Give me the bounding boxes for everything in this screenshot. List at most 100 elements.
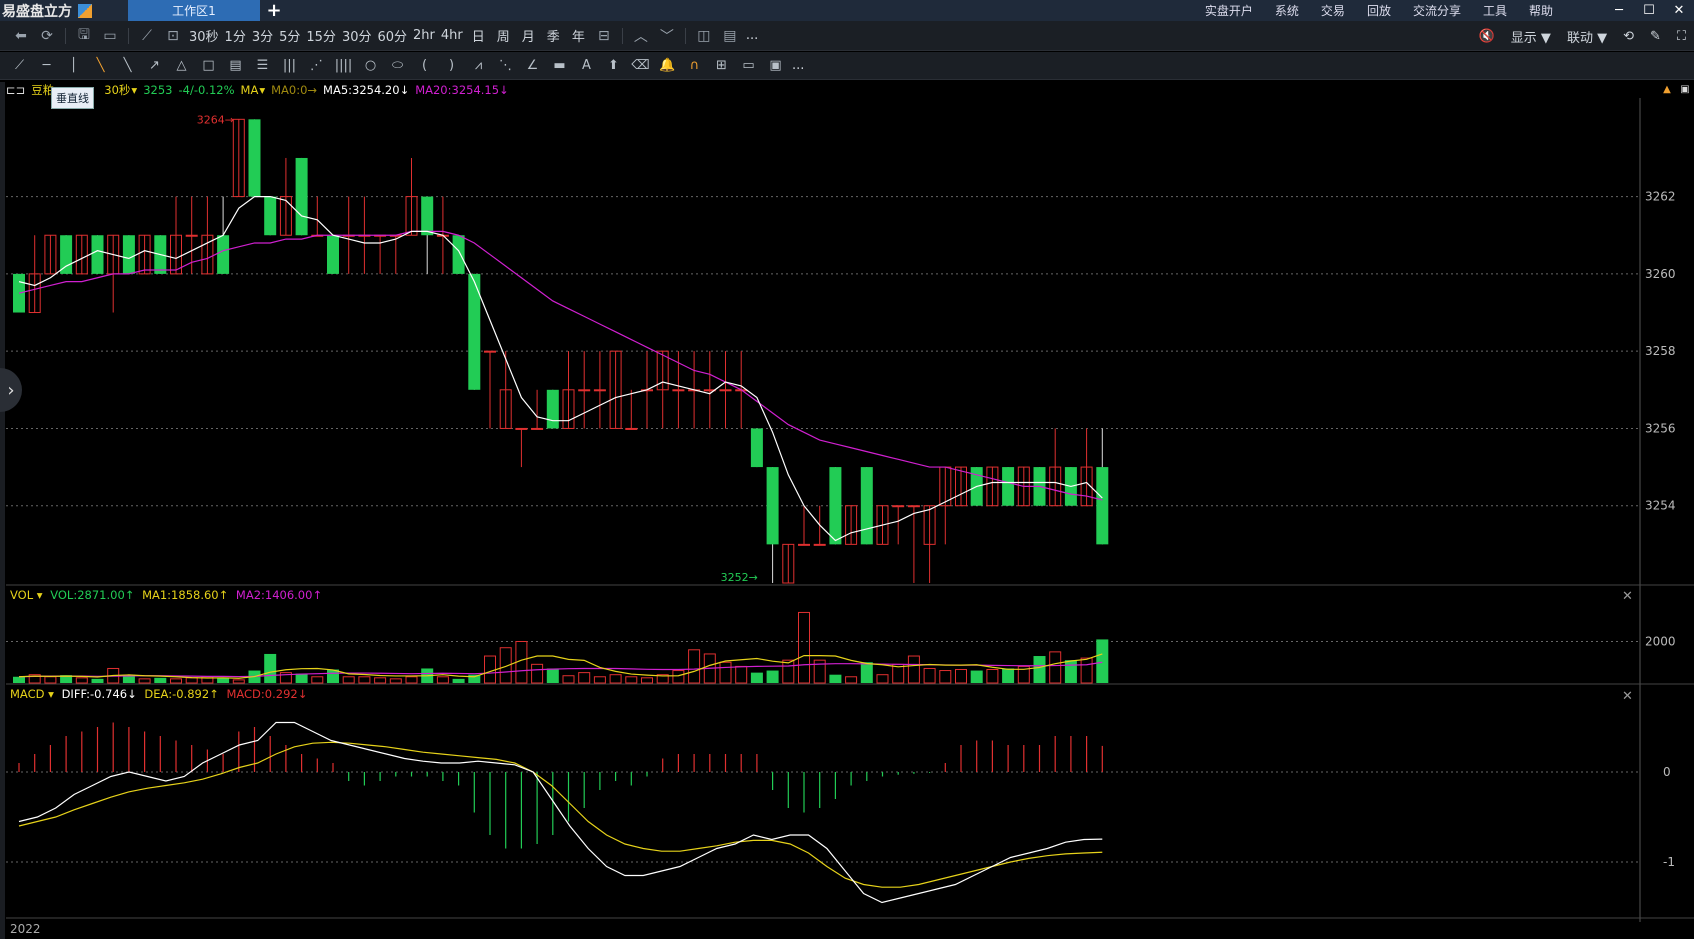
vol-select[interactable]: VOL bbox=[10, 588, 33, 602]
candle-body-up bbox=[892, 505, 905, 508]
vol-bar-up bbox=[625, 676, 638, 684]
vol-bar-down bbox=[750, 672, 763, 683]
candle-body-up bbox=[185, 234, 198, 237]
vol-tick-label: 2000 bbox=[1645, 635, 1676, 649]
macd-dea-line bbox=[18, 741, 1103, 888]
candle-body-up bbox=[625, 427, 638, 430]
candle-body-down bbox=[829, 467, 842, 545]
vol-bar-down bbox=[217, 677, 230, 683]
price-tick-label: 3254 bbox=[1645, 499, 1676, 513]
candle-body-up bbox=[907, 505, 920, 508]
candle-body-down bbox=[91, 235, 104, 274]
vol-value: VOL:2871.00↑ bbox=[50, 588, 135, 602]
candle-body-down bbox=[546, 389, 559, 429]
candle-body-down bbox=[327, 235, 339, 274]
vol-bar-up bbox=[232, 679, 245, 684]
grid-layer bbox=[6, 98, 1694, 922]
vol-indicator-bar: VOL ▾ VOL:2871.00↑ MA1:1858.60↑ MA2:1406… bbox=[10, 588, 322, 602]
vol-bar-down bbox=[91, 678, 104, 683]
macd-dea-value: DEA:-0.892↑ bbox=[144, 687, 219, 701]
macd-value: MACD:0.292↓ bbox=[226, 687, 308, 701]
vol-bar-up bbox=[531, 663, 544, 684]
vol-bar-up bbox=[374, 677, 387, 684]
candle-body-down bbox=[248, 119, 261, 197]
vol-bar-up bbox=[782, 659, 795, 684]
candle-body-up bbox=[578, 389, 591, 392]
macd-tick-label: -1 bbox=[1663, 855, 1675, 869]
macd-layer bbox=[18, 721, 1103, 904]
vol-bar-up bbox=[798, 611, 810, 684]
vol-bar-up bbox=[562, 675, 575, 684]
candle-body-down bbox=[217, 235, 230, 274]
macd-pane-close-icon[interactable]: ✕ bbox=[1622, 689, 1633, 704]
candle-body-down bbox=[452, 235, 465, 274]
vol-bar-up bbox=[907, 655, 920, 684]
vol-caret-icon[interactable]: ▾ bbox=[37, 588, 43, 602]
vol-bar-up bbox=[1049, 651, 1062, 684]
candle-body-down bbox=[421, 196, 434, 236]
vol-bar-down bbox=[970, 670, 983, 683]
candle-body-down bbox=[766, 467, 779, 545]
vol-bar-down bbox=[766, 670, 779, 683]
vol-bar-up bbox=[876, 674, 889, 684]
vol-bar-up bbox=[75, 677, 88, 684]
candle-body-up bbox=[672, 389, 685, 392]
vol-bar-up bbox=[735, 665, 748, 684]
vol-bar-down bbox=[829, 674, 842, 683]
price-tick-label: 3260 bbox=[1645, 267, 1676, 281]
vol-bar-up bbox=[641, 677, 653, 684]
vol-bar-up bbox=[342, 676, 355, 684]
vol-bar-up bbox=[484, 655, 496, 684]
candles-layer: 3264→ 3252→ bbox=[13, 113, 1109, 584]
candle-body-down bbox=[750, 428, 763, 468]
vol-bar-up bbox=[405, 676, 418, 684]
macd-indicator-bar: MACD ▾ DIFF:-0.746↓ DEA:-0.892↑ MACD:0.2… bbox=[10, 687, 307, 701]
vol-bar-up bbox=[719, 661, 732, 684]
macd-diff-value: DIFF:-0.746↓ bbox=[61, 687, 137, 701]
candle-body-up bbox=[593, 389, 606, 392]
price-axis-layer: 3254 3256 3258 3260 3262 2000 0 -1 bbox=[1645, 190, 1676, 869]
vol-bar-up bbox=[923, 667, 936, 684]
vol-bar-up bbox=[986, 669, 999, 684]
candle-body-down bbox=[60, 235, 73, 274]
vol-pane-close-icon[interactable]: ✕ bbox=[1622, 589, 1633, 604]
vol-bar-up bbox=[593, 676, 606, 684]
price-tick-label: 3262 bbox=[1645, 190, 1676, 204]
vol-bar-down bbox=[546, 668, 559, 683]
vol-bar-up bbox=[939, 670, 952, 684]
vol-bar-up bbox=[436, 676, 449, 684]
low-price-marker: 3252→ bbox=[721, 571, 758, 584]
candle-body-up bbox=[531, 427, 544, 430]
vol-bar-up bbox=[138, 678, 151, 684]
vol-bar-up bbox=[44, 676, 57, 684]
vol-bar-up bbox=[845, 676, 858, 684]
vol-bar-down bbox=[13, 676, 25, 683]
macd-caret-icon[interactable]: ▾ bbox=[48, 687, 54, 701]
vol-bar-down bbox=[452, 678, 465, 683]
price-tick-label: 3258 bbox=[1645, 344, 1676, 358]
vol-bar-up bbox=[389, 678, 402, 684]
candle-body-down bbox=[122, 235, 135, 274]
high-price-marker: 3264→ bbox=[197, 113, 234, 126]
vol-bar-down bbox=[264, 653, 277, 683]
vol-bar-up bbox=[672, 670, 685, 684]
vol-bar-up bbox=[170, 678, 182, 684]
vol-bar-up bbox=[688, 649, 701, 684]
candle-body-down bbox=[860, 467, 873, 545]
candle-body-down bbox=[264, 196, 277, 236]
candle-body-down bbox=[1002, 467, 1015, 506]
vol-bar-up bbox=[1080, 657, 1093, 684]
vol-bar-up bbox=[185, 677, 198, 684]
candle-body-down bbox=[1096, 467, 1109, 545]
macd-select[interactable]: MACD bbox=[10, 687, 44, 701]
vol-bar-down bbox=[1002, 668, 1015, 683]
candle-body-down bbox=[295, 157, 308, 236]
vol-bar-down bbox=[1033, 656, 1046, 683]
chart-area[interactable]: 3264→ 3252→ 3254 3256 3258 3260 3262 2000 0 -1 bbox=[0, 0, 1694, 939]
macd-tick-label: 0 bbox=[1663, 765, 1671, 779]
macd-diff-line bbox=[18, 721, 1103, 904]
vol-bar-up bbox=[578, 672, 591, 684]
vol-bar-down bbox=[860, 662, 873, 683]
vol-bar-up bbox=[609, 674, 622, 684]
footer-year: 2022 bbox=[10, 922, 41, 936]
